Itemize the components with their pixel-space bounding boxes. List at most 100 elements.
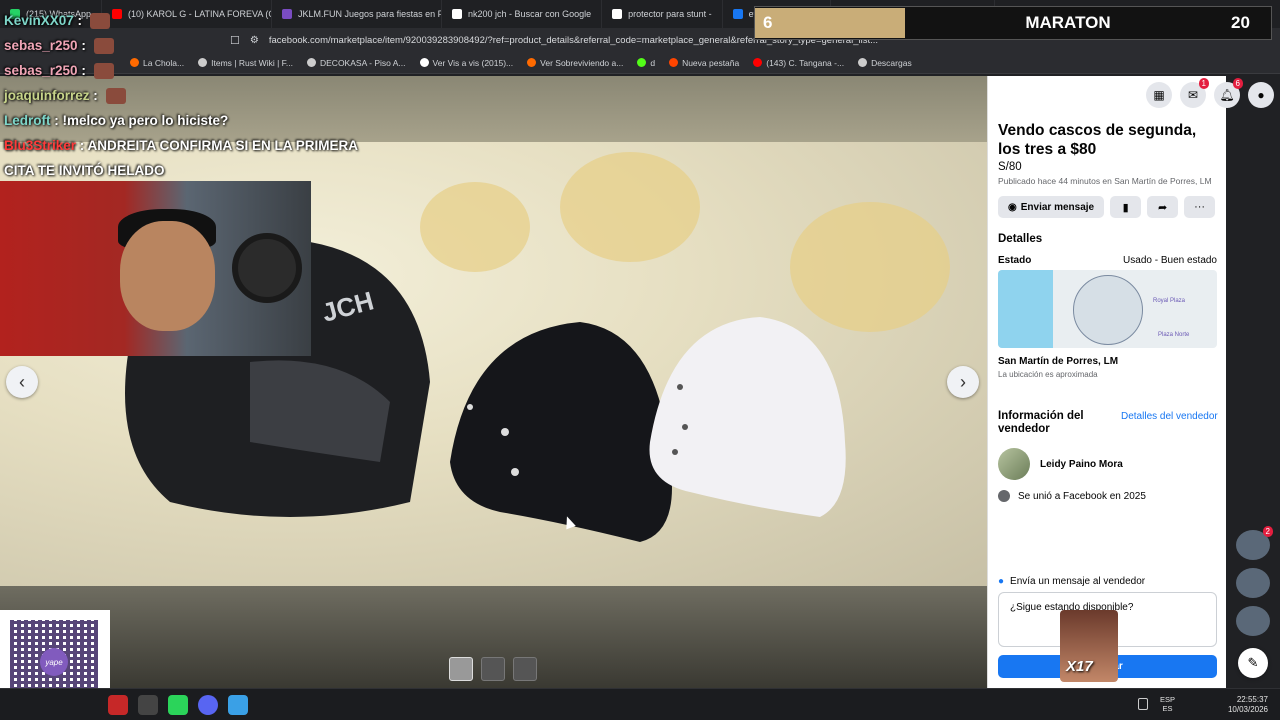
account-button[interactable]: ●: [1248, 82, 1274, 108]
tab-favicon-icon: [732, 9, 743, 19]
photo-thumbnail[interactable]: [449, 657, 473, 681]
webcam-person-face: [120, 221, 215, 331]
contact-avatar[interactable]: [1236, 606, 1270, 636]
chat-username: sebas_r250: [4, 38, 78, 53]
marathon-overlay: 6 MARATON 20: [754, 6, 1272, 40]
details-heading: Detalles: [998, 233, 1043, 245]
chevron-right-icon: ›: [960, 371, 966, 392]
condition-label: Estado: [998, 255, 1032, 266]
facebook-icon: [998, 490, 1010, 502]
notifications-button[interactable]: 🔔︎ 6: [1214, 78, 1243, 108]
messenger-icon: ◉: [1008, 201, 1017, 213]
tab-favicon-icon: [452, 9, 463, 19]
marathon-left-counter: 6: [755, 8, 905, 38]
chat-separator: :: [50, 113, 63, 128]
contact-badge: 2: [1262, 526, 1273, 537]
app-icon[interactable]: [108, 695, 128, 715]
previous-photo-button[interactable]: ‹: [6, 366, 38, 398]
app-icon[interactable]: [228, 695, 248, 715]
chat-emote-icon: [93, 38, 114, 55]
messenger-button[interactable]: ✉ 1: [1180, 78, 1209, 108]
clock[interactable]: 22:55:37 10/03/2026: [1224, 695, 1268, 715]
chat-emote-icon: [93, 63, 114, 80]
bookmark-item[interactable]: Nueva pestaña: [669, 58, 739, 68]
location-name: San Martín de Porres, LM: [998, 356, 1119, 367]
share-icon: ➦: [1158, 201, 1168, 214]
photo-thumbnail[interactable]: [513, 657, 537, 681]
seller-name[interactable]: Leidy Paino Mora: [1040, 459, 1123, 470]
bookmark-favicon-icon: [669, 58, 679, 67]
yape-logo: yape: [40, 648, 68, 676]
app-icon[interactable]: [138, 695, 158, 715]
more-icon: ···: [1194, 201, 1206, 213]
menu-grid-button[interactable]: ▦: [1146, 82, 1172, 108]
chat-message: KevinXX07 :: [4, 8, 364, 33]
send-message-button[interactable]: ◉ Enviar mensaje: [998, 196, 1105, 218]
chat-emote-icon: [89, 13, 110, 30]
more-options-button[interactable]: ···: [1184, 196, 1216, 218]
lang-top: ESP: [1160, 695, 1176, 704]
chat-text: CITA TE INVITÓ HELADO: [4, 163, 165, 178]
seller-details-link[interactable]: Detalles del vendedor: [1121, 411, 1218, 422]
chat-text: !melco ya pero lo hiciste?: [62, 113, 229, 128]
seller-joined: Se unió a Facebook en 2025: [998, 490, 1146, 502]
marathon-right-counter: 20: [1231, 13, 1250, 32]
edit-icon: ✎: [1247, 655, 1259, 670]
browser-tab[interactable]: nk200 jch - Buscar con Google: [442, 0, 603, 28]
chat-username: joaquinforrez: [4, 88, 90, 103]
send-message-heading: ● Envía un mensaje al vendedor: [998, 576, 1145, 587]
system-tray: [1138, 698, 1148, 710]
joined-text: Se unió a Facebook en 2025: [1018, 490, 1146, 502]
half-helmet-white: [649, 317, 846, 517]
location-map[interactable]: Royal Plaza Plaza Norte: [998, 270, 1217, 348]
bookmark-label: Descargas: [871, 57, 912, 68]
chat-username: Blu3Striker: [4, 138, 77, 153]
chat-message: joaquinforrez :: [4, 83, 364, 108]
bookmark-item[interactable]: Ver Vis a vis (2015)...: [419, 58, 513, 68]
save-button[interactable]: ▮: [1110, 196, 1142, 218]
map-label: Plaza Norte: [1158, 332, 1190, 338]
next-photo-button[interactable]: ›: [947, 366, 979, 398]
bookmark-item[interactable]: Descargas: [858, 58, 912, 68]
listing-actions: ◉ Enviar mensaje ▮ ➦ ···: [998, 196, 1216, 218]
listing-title: Vendo cascos de segunda, los tres a $80: [998, 122, 1197, 158]
facebook-top-icons: ▦ ✉ 1 🔔︎ 6 ●: [1146, 78, 1274, 108]
chat-separator: :: [73, 13, 86, 28]
bookmark-label: Nueva pestaña: [682, 57, 740, 68]
bookmark-icon: ▮: [1122, 201, 1129, 214]
chat-message: Blu3Striker : ANDREITA CONFIRMA SI EN LA…: [4, 133, 364, 158]
listing-details-panel: Vendo cascos de segunda, los tres a $80 …: [987, 76, 1226, 688]
taskbar: ESP ES 22:55:37 10/03/2026: [0, 688, 1280, 720]
map-area-circle: [1073, 275, 1143, 345]
tab-label: nk200 jch - Buscar con Google: [468, 9, 592, 19]
kick-icon[interactable]: [168, 695, 188, 715]
seller-avatar[interactable]: [998, 448, 1030, 480]
language-indicator[interactable]: ESP ES: [1160, 695, 1175, 713]
listing-meta: Publicado hace 44 minutos en San Martín …: [998, 176, 1212, 186]
chat-message: sebas_r250 :: [4, 33, 364, 58]
bookmark-item[interactable]: d: [637, 58, 655, 68]
taskbar-apps: [108, 695, 248, 715]
bookmark-favicon-icon: [637, 58, 647, 67]
map-water: [998, 270, 1053, 348]
chat-separator: :: [76, 138, 88, 153]
photo-thumbnail[interactable]: [481, 657, 505, 681]
share-button[interactable]: ➦: [1147, 196, 1179, 218]
seller-row[interactable]: Leidy Paino Mora: [998, 448, 1123, 480]
bookmark-label: d: [650, 57, 656, 68]
microphone-icon[interactable]: [1138, 698, 1148, 710]
lang-bottom: ES: [1162, 704, 1173, 713]
browser-tab[interactable]: protector para stunt -: [602, 0, 723, 28]
fabric-flower: [560, 152, 700, 262]
contact-avatar[interactable]: [1236, 568, 1270, 598]
condition-value: Usado - Buen estado: [1123, 255, 1217, 266]
chevron-left-icon: ‹: [19, 371, 25, 392]
messenger-icon: ●: [998, 576, 1005, 587]
contact-avatar[interactable]: 2: [1236, 526, 1273, 560]
location-note: La ubicación es aproximada: [998, 370, 1098, 379]
bookmark-item[interactable]: Ver Sobreviviendo a...: [527, 58, 623, 68]
new-message-button[interactable]: ✎: [1238, 648, 1268, 678]
chat-username: sebas_r250: [4, 63, 78, 78]
discord-icon[interactable]: [198, 695, 218, 715]
bookmark-item[interactable]: (143) C. Tangana -...: [753, 58, 844, 68]
